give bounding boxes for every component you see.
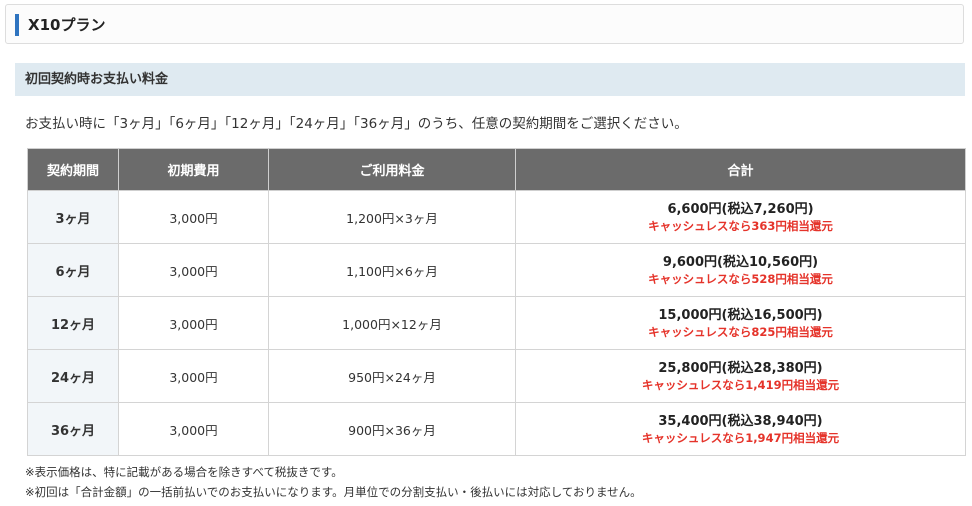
table-row: 24ヶ月 3,000円 950円×24ヶ月 25,800円(税込28,380円)… [27, 349, 966, 403]
usage-fee-cell: 900円×36ヶ月 [268, 402, 516, 456]
initial-fee-cell: 3,000円 [118, 190, 269, 244]
cashless-note: キャッシュレスなら363円相当還元 [648, 218, 833, 233]
total-amount: 25,800円(税込28,380円) [658, 360, 823, 376]
plan-title: X10プラン [28, 16, 106, 34]
total-amount: 15,000円(税込16,500円) [658, 307, 823, 323]
total-cell: 35,400円(税込38,940円) キャッシュレスなら1,947円相当還元 [515, 402, 966, 456]
header-initial-fee: 初期費用 [118, 148, 269, 191]
total-amount: 9,600円(税込10,560円) [662, 254, 819, 270]
total-cell: 6,600円(税込7,260円) キャッシュレスなら363円相当還元 [515, 190, 966, 244]
accent-bar [15, 14, 19, 36]
cashless-note: キャッシュレスなら1,947円相当還元 [641, 430, 840, 445]
header-total: 合計 [515, 148, 966, 191]
table-row: 12ヶ月 3,000円 1,000円×12ヶ月 15,000円(税込16,500… [27, 296, 966, 350]
section-title: 初回契約時お支払い料金 [25, 72, 169, 87]
usage-fee-cell: 950円×24ヶ月 [268, 349, 516, 403]
initial-fee-cell: 3,000円 [118, 296, 269, 350]
total-cell: 9,600円(税込10,560円) キャッシュレスなら528円相当還元 [515, 243, 966, 297]
term-cell: 6ヶ月 [27, 243, 119, 297]
section-header: 初回契約時お支払い料金 [15, 63, 965, 96]
total-cell: 15,000円(税込16,500円) キャッシュレスなら825円相当還元 [515, 296, 966, 350]
usage-fee-cell: 1,100円×6ヶ月 [268, 243, 516, 297]
footnote-payment: ※初回は「合計金額」の一括前払いでのお支払いになります。月単位での分割支払い・後… [25, 485, 642, 499]
usage-fee-cell: 1,200円×3ヶ月 [268, 190, 516, 244]
cashless-note: キャッシュレスなら825円相当還元 [648, 324, 833, 339]
term-cell: 24ヶ月 [27, 349, 119, 403]
initial-fee-cell: 3,000円 [118, 349, 269, 403]
footnote-tax: ※表示価格は、特に記載がある場合を除きすべて税抜きです。 [25, 465, 343, 479]
term-cell: 12ヶ月 [27, 296, 119, 350]
initial-fee-cell: 3,000円 [118, 243, 269, 297]
cashless-note: キャッシュレスなら1,419円相当還元 [641, 377, 840, 392]
header-term: 契約期間 [27, 148, 119, 191]
price-table: 契約期間 初期費用 ご利用料金 合計 3ヶ月 3,000円 1,200円×3ヶ月… [27, 148, 966, 456]
footnotes: ※表示価格は、特に記載がある場合を除きすべて税抜きです。 ※初回は「合計金額」の… [25, 462, 642, 502]
term-cell: 3ヶ月 [27, 190, 119, 244]
term-cell: 36ヶ月 [27, 402, 119, 456]
total-amount: 6,600円(税込7,260円) [667, 201, 814, 217]
header-usage-fee: ご利用料金 [268, 148, 516, 191]
table-row: 3ヶ月 3,000円 1,200円×3ヶ月 6,600円(税込7,260円) キ… [27, 190, 966, 244]
total-cell: 25,800円(税込28,380円) キャッシュレスなら1,419円相当還元 [515, 349, 966, 403]
table-header-row: 契約期間 初期費用 ご利用料金 合計 [27, 148, 966, 191]
table-row: 36ヶ月 3,000円 900円×36ヶ月 35,400円(税込38,940円)… [27, 402, 966, 456]
lead-text: お支払い時に「3ヶ月」「6ヶ月」「12ヶ月」「24ヶ月」「36ヶ月」のうち、任意… [25, 116, 688, 132]
cashless-note: キャッシュレスなら528円相当還元 [648, 271, 833, 286]
initial-fee-cell: 3,000円 [118, 402, 269, 456]
table-row: 6ヶ月 3,000円 1,100円×6ヶ月 9,600円(税込10,560円) … [27, 243, 966, 297]
total-amount: 35,400円(税込38,940円) [658, 413, 823, 429]
usage-fee-cell: 1,000円×12ヶ月 [268, 296, 516, 350]
plan-header: X10プラン [5, 4, 964, 44]
